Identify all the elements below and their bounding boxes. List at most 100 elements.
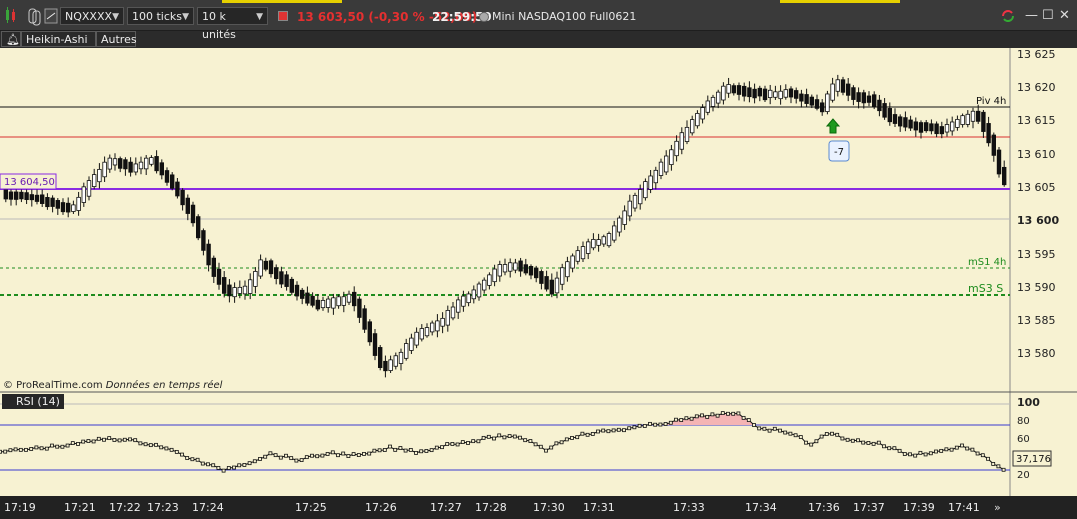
candle-body [414, 331, 419, 346]
candle-body [783, 89, 788, 98]
time-axis-label: 17:21 [64, 501, 96, 514]
scroll-right-icon[interactable]: » [994, 501, 1001, 514]
rsi-point [710, 412, 715, 417]
rsi-point [195, 457, 200, 462]
candle-body [809, 96, 814, 106]
candle-body [638, 189, 643, 205]
rsi-point [122, 437, 127, 442]
candle-body [700, 107, 705, 120]
price-chart[interactable]: Piv 4h mS1 4h mS3 S 13 604,50 -7 13 625 … [0, 0, 1077, 519]
rsi-point [944, 447, 949, 452]
price-axis-label: 13 620 [1017, 81, 1056, 94]
candle-body [1002, 166, 1007, 186]
time-axis-label: 17:31 [583, 501, 615, 514]
rsi-point [169, 447, 174, 452]
candle-body [331, 297, 336, 309]
rsi-point [700, 413, 704, 418]
rsi-point [648, 421, 652, 426]
rsi-point [460, 440, 465, 444]
rsi-point [65, 443, 70, 448]
candle-body [320, 300, 326, 309]
candle-body [830, 83, 835, 101]
candle-body [648, 175, 653, 190]
candle-body [799, 93, 804, 102]
rsi-point [13, 447, 18, 452]
price-axis-label: 13 605 [1017, 181, 1056, 194]
rsi-value-tag: 37,176 [1016, 454, 1051, 465]
rsi-point [772, 426, 777, 431]
rsi-axis-label: 60 [1017, 434, 1030, 445]
rsi-point [720, 411, 725, 415]
candle-body [445, 310, 450, 326]
candle-body [596, 239, 601, 246]
candle-body [544, 276, 549, 290]
rsi-point [783, 430, 788, 435]
candle-body [253, 271, 258, 287]
candle-body [804, 94, 809, 104]
rsi-point [975, 451, 980, 456]
candle-body [970, 110, 976, 122]
candle-body [143, 157, 149, 170]
rsi-point [107, 436, 112, 441]
rsi-point [601, 428, 606, 433]
candle-body [627, 200, 632, 217]
rsi-point [970, 447, 975, 452]
candle-body [908, 119, 913, 129]
candle-body [632, 194, 638, 209]
rsi-point [549, 445, 554, 450]
candle-body [586, 241, 591, 254]
rsi-point [434, 445, 439, 450]
time-axis-label: 17:37 [853, 501, 885, 514]
candle-body [393, 355, 398, 367]
candle-body [653, 169, 658, 184]
rsi-point [1001, 467, 1006, 472]
candle-body [643, 181, 648, 199]
time-axis-label: 17:27 [430, 501, 462, 514]
rsi-point [954, 445, 959, 450]
rsi-point [835, 432, 840, 437]
candle-body [325, 298, 331, 308]
candle-body [747, 87, 752, 98]
rsi-point [897, 448, 902, 453]
rsi-point [523, 438, 528, 443]
rsi-point [180, 452, 184, 457]
ms1-label: mS1 4h [968, 257, 1006, 268]
rsi-point [226, 466, 231, 470]
rsi-point [492, 436, 496, 441]
candle-body [398, 351, 404, 364]
rsi-point [715, 413, 720, 418]
candle-body [887, 108, 892, 123]
candle-body [201, 230, 206, 251]
rsi-point [325, 452, 330, 456]
candle-body [237, 286, 242, 294]
rsi-point [762, 426, 767, 431]
rsi-point [996, 464, 1001, 469]
candle-body [221, 277, 227, 294]
rsi-point [0, 449, 2, 454]
price-axis-label: 13 625 [1017, 48, 1056, 61]
candle-body [305, 292, 310, 304]
rsi-point [840, 436, 845, 441]
price-axis-label: 13 610 [1017, 148, 1056, 161]
rsi-point [533, 442, 538, 447]
candle-body [351, 291, 357, 307]
rsi-point [128, 437, 132, 442]
candle-body [601, 236, 606, 245]
rsi-point [752, 423, 756, 427]
rsi-point [528, 439, 533, 443]
candle-body [341, 296, 346, 306]
candle-body [133, 163, 138, 173]
candle-body [716, 91, 721, 104]
candle-body [362, 308, 367, 330]
candle-body [617, 217, 622, 233]
candle-body [86, 180, 92, 197]
candle-body [66, 202, 71, 213]
candle-body [606, 233, 612, 247]
price-axis-label: 13 595 [1017, 248, 1056, 261]
rsi-point [767, 428, 772, 433]
candle-body [112, 158, 118, 166]
candle-body [944, 124, 950, 133]
candle-body [123, 159, 128, 170]
candle-body [913, 121, 918, 131]
rsi-point [861, 440, 866, 445]
